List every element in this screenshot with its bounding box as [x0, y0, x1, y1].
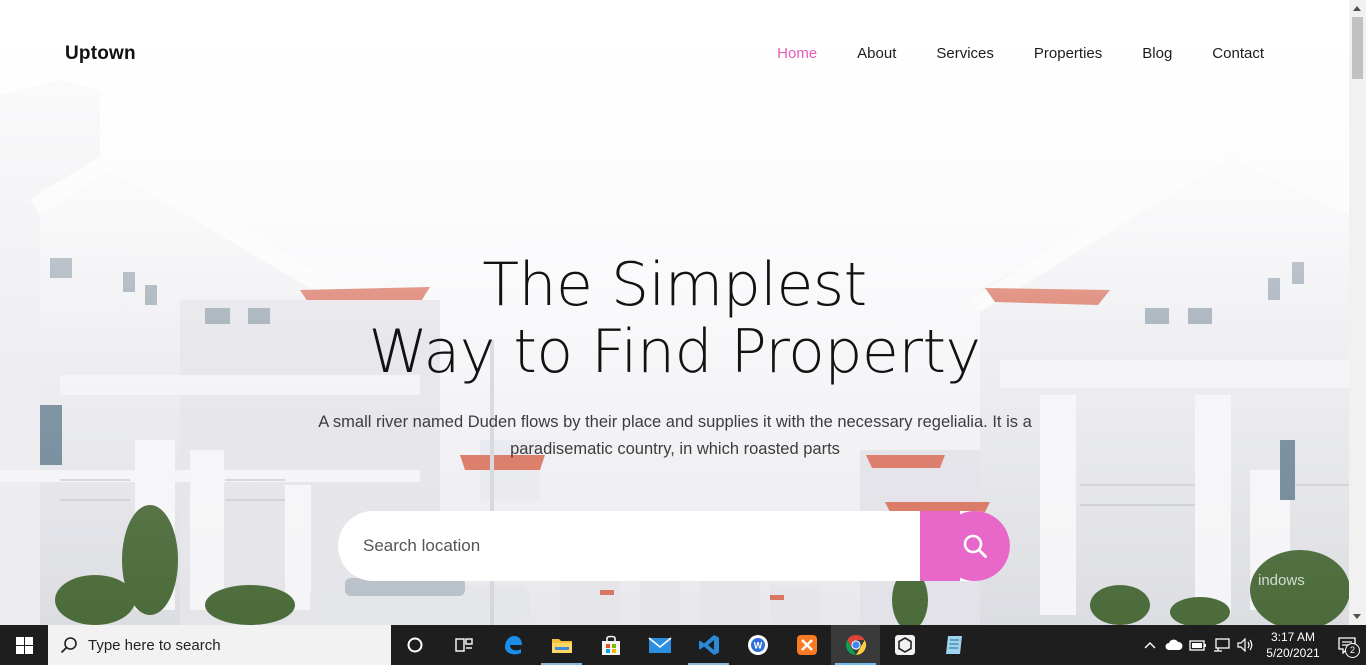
file-explorer-icon: [551, 639, 572, 653]
windows-logo-icon: [15, 636, 33, 654]
search-location-input[interactable]: [338, 511, 928, 581]
site-logo[interactable]: Uptown: [65, 43, 136, 65]
notification-count-badge: 2: [1345, 643, 1360, 658]
task-view-icon: [454, 638, 473, 652]
edge-icon: [504, 636, 522, 655]
vscode-icon: [698, 635, 719, 655]
cortana-circle-icon: [407, 637, 423, 653]
windows-taskbar: Type here to search W 3:17 AM 5/20/2021 …: [0, 625, 1366, 665]
network-icon: [1214, 638, 1230, 652]
taskbar-store[interactable]: [586, 625, 635, 665]
nav-properties-link[interactable]: Properties: [1034, 45, 1102, 62]
taskbar-clock[interactable]: 3:17 AM 5/20/2021: [1258, 629, 1328, 661]
wps-writer-icon: W: [747, 635, 768, 655]
nav-contact-link[interactable]: Contact: [1212, 45, 1264, 62]
taskbar-xampp[interactable]: [782, 625, 831, 665]
store-icon: [601, 635, 620, 655]
search-icon: [963, 534, 987, 558]
activate-windows-watermark: indows: [1258, 572, 1305, 589]
nav-services-link[interactable]: Services: [936, 45, 994, 62]
mail-icon: [648, 637, 671, 653]
xampp-icon: [796, 635, 817, 655]
start-button[interactable]: [0, 625, 48, 665]
scrollbar-thumb[interactable]: [1352, 17, 1363, 79]
network-button[interactable]: [1210, 625, 1234, 665]
cortana-button[interactable]: [391, 625, 439, 665]
scroll-up-arrow-icon[interactable]: [1353, 6, 1361, 11]
battery-button[interactable]: [1186, 625, 1210, 665]
svg-text:W: W: [753, 641, 762, 651]
chevron-up-icon: [1144, 642, 1156, 649]
page-scrollbar[interactable]: [1349, 0, 1366, 625]
system-tray: 3:17 AM 5/20/2021 2: [1138, 625, 1366, 665]
taskbar-search-box[interactable]: Type here to search: [48, 625, 391, 665]
chrome-icon: [845, 634, 866, 656]
show-hidden-icons-button[interactable]: [1138, 625, 1162, 665]
hero-title: The Simplest Way to Find Property: [0, 252, 1349, 386]
clock-time: 3:17 AM: [1270, 630, 1316, 644]
taskbar-wps-writer[interactable]: W: [733, 625, 782, 665]
nav-about-link[interactable]: About: [857, 45, 896, 62]
main-nav: Home About Services Properties Blog Cont…: [777, 45, 1264, 62]
battery-icon: [1189, 640, 1206, 651]
taskbar-vscode[interactable]: [684, 625, 733, 665]
taskbar-edge[interactable]: [488, 625, 537, 665]
search-button[interactable]: [920, 511, 1010, 581]
taskbar-unity[interactable]: [880, 625, 929, 665]
search-icon: [60, 637, 77, 654]
nav-home-link[interactable]: Home: [777, 45, 817, 62]
taskbar-chrome[interactable]: [831, 625, 880, 665]
browser-page: Uptown Home About Services Properties Bl…: [0, 0, 1349, 625]
volume-button[interactable]: [1234, 625, 1258, 665]
taskbar-file-explorer[interactable]: [537, 625, 586, 665]
clock-date: 5/20/2021: [1266, 646, 1320, 660]
action-center-button[interactable]: 2: [1328, 625, 1366, 665]
scroll-down-arrow-icon[interactable]: [1353, 614, 1361, 619]
unity-icon: [894, 635, 915, 655]
notes-icon: [945, 636, 962, 654]
location-search-bar: [338, 511, 1010, 581]
hero-title-line-2: Way to Find Property: [368, 317, 981, 387]
taskbar-mail[interactable]: [635, 625, 684, 665]
onedrive-button[interactable]: [1162, 625, 1186, 665]
task-view-button[interactable]: [439, 625, 488, 665]
speaker-icon: [1237, 638, 1253, 652]
taskbar-search-placeholder: Type here to search: [88, 636, 221, 654]
taskbar-notes[interactable]: [929, 625, 978, 665]
cloud-icon: [1165, 639, 1183, 650]
nav-blog-link[interactable]: Blog: [1142, 45, 1172, 62]
hero-subtitle: A small river named Duden flows by their…: [318, 413, 1032, 458]
hero-title-line-1: The Simplest: [482, 250, 867, 320]
